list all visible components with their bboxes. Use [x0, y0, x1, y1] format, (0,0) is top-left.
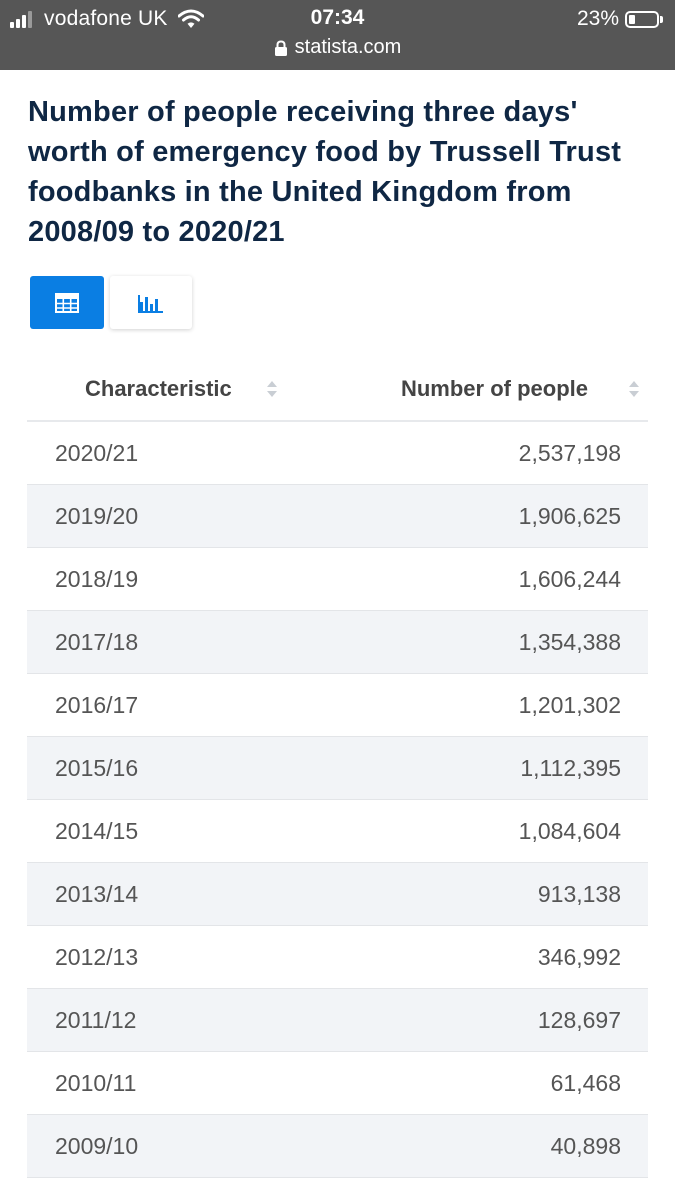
status-right: 23%: [577, 6, 663, 32]
status-bar: vodafone UK 07:34 23% statista.com: [0, 0, 675, 70]
number-of-people-cell: 2,537,198: [339, 421, 648, 485]
table-row: 2014/15 1,084,604: [27, 799, 648, 863]
table-row: 2009/10 40,898: [27, 1114, 648, 1178]
table-row: 2015/16 1,112,395: [27, 736, 648, 800]
characteristic-cell: 2013/14: [27, 862, 340, 926]
number-of-people-cell: 1,606,244: [339, 547, 648, 611]
sort-icon: [629, 381, 639, 397]
number-of-people-cell: 1,112,395: [339, 736, 648, 800]
bar-chart-icon: [138, 294, 163, 313]
table-row: 2017/18 1,354,388: [27, 610, 648, 674]
sort-icon: [266, 381, 277, 397]
number-of-people-cell: 1,084,604: [339, 799, 648, 863]
table-row: 2012/13 346,992: [27, 925, 648, 989]
number-of-people-cell: 61,468: [339, 1051, 648, 1115]
battery-icon: [625, 10, 659, 28]
characteristic-cell: 2009/10: [27, 1114, 340, 1178]
characteristic-cell: 2011/12: [27, 988, 340, 1052]
characteristic-cell: 2010/11: [27, 1051, 340, 1115]
number-of-people-cell: 128,697: [339, 988, 648, 1052]
battery-level: [629, 14, 635, 24]
number-of-people-cell: 1,354,388: [339, 610, 648, 674]
table-row: 2018/19 1,606,244: [27, 547, 648, 611]
table-icon: [55, 292, 79, 313]
lock-icon: [274, 39, 287, 56]
chart-view-button[interactable]: [110, 276, 192, 329]
battery-percentage: 23%: [576, 7, 619, 30]
number-of-people-cell: 40,898: [339, 1114, 648, 1178]
table-header-row: Characteristic Number of people: [27, 358, 648, 422]
table-row: 2013/14 913,138: [27, 862, 648, 926]
characteristic-cell: 2015/16: [27, 736, 340, 800]
address-bar[interactable]: statista.com: [0, 36, 675, 59]
battery-tip: [660, 15, 663, 23]
characteristic-cell: 2016/17: [27, 673, 340, 737]
column-header-number-of-people[interactable]: Number of people: [339, 358, 648, 422]
characteristic-cell: 2012/13: [27, 925, 340, 989]
table-row: 2010/11 61,468: [27, 1051, 648, 1115]
characteristic-cell: 2017/18: [27, 610, 340, 674]
url-text: statista.com: [294, 36, 402, 58]
number-of-people-cell: 913,138: [339, 862, 648, 926]
table-row: 2019/20 1,906,625: [27, 484, 648, 548]
table-row: 2020/21 2,537,198: [27, 421, 648, 485]
clock: 07:34: [310, 6, 365, 29]
number-of-people-cell: 1,906,625: [339, 484, 648, 548]
page-title: Number of people receiving three days' w…: [28, 96, 622, 248]
characteristic-cell: 2019/20: [27, 484, 340, 548]
column-header-label: Characteristic: [85, 376, 232, 401]
characteristic-cell: 2018/19: [27, 547, 340, 611]
table-row: 2011/12 128,697: [27, 988, 648, 1052]
table-row: 2016/17 1,201,302: [27, 673, 648, 737]
table-view-button[interactable]: [30, 276, 104, 329]
characteristic-cell: 2014/15: [27, 799, 340, 863]
column-header-label: Number of people: [400, 376, 588, 401]
view-toggle: [30, 276, 192, 329]
number-of-people-cell: 346,992: [339, 925, 648, 989]
characteristic-cell: 2020/21: [27, 421, 340, 485]
data-table: Characteristic Number of people 2020/21 …: [27, 358, 648, 1178]
column-header-characteristic[interactable]: Characteristic: [27, 358, 340, 422]
table-body: 2020/21 2,537,198 2019/20 1,906,625 2018/19 1…: [27, 421, 648, 1178]
number-of-people-cell: 1,201,302: [339, 673, 648, 737]
